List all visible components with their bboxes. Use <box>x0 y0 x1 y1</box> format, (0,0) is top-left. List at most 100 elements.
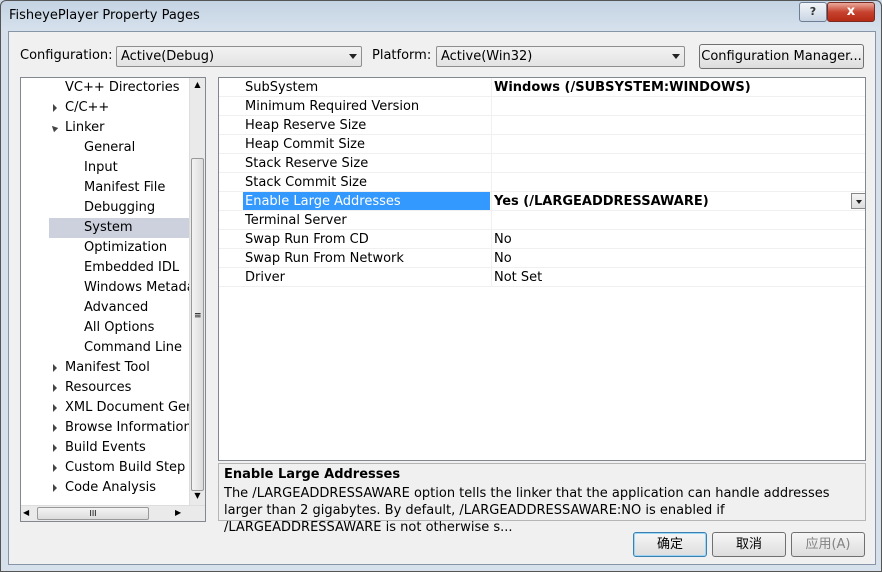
tree-item-label: System <box>84 220 133 235</box>
property-value-text: No <box>494 232 512 247</box>
expand-arrow-icon[interactable] <box>53 424 57 432</box>
property-row[interactable]: Stack Commit Size <box>219 173 865 192</box>
scroll-grip-icon: ≡ <box>194 311 202 321</box>
tree-item[interactable]: VC++ Directories <box>21 78 189 98</box>
property-row[interactable]: Minimum Required Version <box>219 97 865 116</box>
expand-arrow-icon[interactable] <box>53 364 57 372</box>
tree-item[interactable]: Input <box>21 158 189 178</box>
expand-arrow-icon[interactable] <box>53 104 57 112</box>
tree-item-label: Windows Metadata <box>84 280 206 295</box>
property-row[interactable]: Terminal Server <box>219 211 865 230</box>
tree-item[interactable]: Linker <box>21 118 189 138</box>
property-row[interactable]: Swap Run From Network No <box>219 249 865 268</box>
property-value[interactable]: Yes (/LARGEADDRESSAWARE) <box>491 192 865 210</box>
property-row[interactable]: Stack Reserve Size <box>219 154 865 173</box>
scroll-left-arrow-icon[interactable]: ◀ <box>23 508 29 517</box>
tree-item[interactable]: C/C++ <box>21 98 189 118</box>
tree-item-label: XML Document Generator <box>65 400 205 415</box>
property-value <box>491 97 865 115</box>
property-name: Heap Reserve Size <box>245 118 367 133</box>
close-button[interactable]: x <box>827 2 875 22</box>
expand-arrow-icon[interactable] <box>53 384 57 392</box>
property-row[interactable]: Heap Reserve Size <box>219 116 865 135</box>
help-button[interactable]: ? <box>799 2 827 22</box>
property-grid: SubSystem Windows (/SUBSYSTEM:WINDOWS) Min… <box>218 77 866 461</box>
expand-arrow-icon[interactable] <box>53 484 57 492</box>
value-dropdown-button[interactable] <box>851 193 865 209</box>
tree-item[interactable]: All Options <box>21 318 189 338</box>
tree-item[interactable]: General <box>21 138 189 158</box>
tree-item[interactable]: Optimization <box>21 238 189 258</box>
tree-item[interactable]: Advanced <box>21 298 189 318</box>
tree-item[interactable]: Browse Information <box>21 418 192 438</box>
chevron-down-icon <box>672 54 680 59</box>
tree-scroll-thumb[interactable]: ≡ <box>191 158 204 491</box>
property-row[interactable]: Swap Run From CD No <box>219 230 865 249</box>
platform-dropdown[interactable]: Active(Win32) <box>436 46 685 67</box>
property-row[interactable]: Driver Not Set <box>219 268 865 287</box>
tree-item-label: Custom Build Step <box>65 460 186 475</box>
tree-item-label: Browse Information <box>65 420 192 435</box>
property-name: Driver <box>245 270 286 285</box>
tree-horizontal-scrollbar[interactable]: ◀ III ▶ <box>21 505 205 521</box>
apply-button[interactable]: 应用(A) <box>791 532 865 557</box>
expand-arrow-icon[interactable] <box>53 444 57 452</box>
tree-vertical-scrollbar[interactable]: ▲ ≡ ▼ <box>189 78 205 505</box>
tree-item[interactable]: Manifest Tool <box>21 358 189 378</box>
scroll-right-arrow-icon[interactable]: ▶ <box>175 508 181 517</box>
property-value-text: Windows (/SUBSYSTEM:WINDOWS) <box>494 80 751 95</box>
property-value: No <box>491 230 865 248</box>
tree-item[interactable]: Resources <box>21 378 189 398</box>
property-name: Minimum Required Version <box>245 99 420 114</box>
property-name: Swap Run From Network <box>245 251 404 266</box>
tree-item-label: Linker <box>65 120 105 135</box>
ok-button[interactable]: 确定 <box>633 532 707 557</box>
tree-item-label: Build Events <box>65 440 146 455</box>
configuration-manager-button[interactable]: Configuration Manager... <box>699 44 864 69</box>
scroll-down-arrow-icon[interactable]: ▼ <box>191 491 204 503</box>
tree-item[interactable]: Command Line <box>21 338 189 358</box>
property-value-text: Not Set <box>494 270 543 285</box>
expand-arrow-icon[interactable] <box>53 464 57 472</box>
tree-hscroll-thumb[interactable]: III <box>37 507 149 520</box>
platform-value: Active(Win32) <box>441 49 533 64</box>
cancel-button[interactable]: 取消 <box>712 532 786 557</box>
property-value <box>491 173 865 191</box>
property-tree: VC++ Directories C/C++ Linker General Input M… <box>20 77 206 522</box>
property-value-text: No <box>494 251 512 266</box>
property-name: Stack Reserve Size <box>245 156 369 171</box>
hscroll-grip-icon: III <box>89 509 97 518</box>
tree-item-label: Code Analysis <box>65 480 156 495</box>
configuration-value: Active(Debug) <box>121 49 215 64</box>
scroll-up-arrow-icon[interactable]: ▲ <box>191 80 204 92</box>
tree-item-label: Command Line <box>84 340 183 355</box>
property-value <box>491 116 865 134</box>
description-panel: Enable Large Addresses The /LARGEADDRESS… <box>218 463 866 535</box>
tree-item[interactable]: Build Events <box>21 438 189 458</box>
tree-item-label: Manifest Tool <box>65 360 150 375</box>
property-pages-window: FisheyePlayer Property Pages ? x Configu… <box>0 0 882 572</box>
description-text: The /LARGEADDRESSAWARE option tells the … <box>224 486 830 535</box>
configuration-dropdown[interactable]: Active(Debug) <box>116 46 362 67</box>
property-row[interactable]: Enable Large Addresses Yes (/LARGEADDRESS… <box>219 192 865 211</box>
collapse-arrow-icon[interactable] <box>49 123 59 133</box>
tree-item[interactable]: Manifest File <box>21 178 189 198</box>
tree-item[interactable]: Custom Build Step <box>21 458 189 478</box>
title-bar[interactable]: FisheyePlayer Property Pages ? x <box>1 1 881 31</box>
property-row[interactable]: SubSystem Windows (/SUBSYSTEM:WINDOWS) <box>219 78 865 97</box>
tree-item[interactable]: System <box>49 218 189 238</box>
property-value <box>491 135 865 153</box>
tree-item-label: All Options <box>84 320 155 335</box>
dialog-client: Configuration: Active(Debug) Platform: A… <box>8 31 876 565</box>
property-value: No <box>491 249 865 267</box>
property-row[interactable]: Heap Commit Size <box>219 135 865 154</box>
tree-item[interactable]: XML Document Generator <box>21 398 205 418</box>
tree-item-label: VC++ Directories <box>65 80 180 95</box>
expand-arrow-icon[interactable] <box>53 404 57 412</box>
tree-item[interactable]: Debugging <box>21 198 189 218</box>
platform-label: Platform: <box>372 48 432 63</box>
property-name: Swap Run From CD <box>245 232 369 247</box>
tree-item[interactable]: Windows Metadata <box>21 278 205 298</box>
tree-item[interactable]: Code Analysis <box>21 478 189 498</box>
tree-item[interactable]: Embedded IDL <box>21 258 189 278</box>
